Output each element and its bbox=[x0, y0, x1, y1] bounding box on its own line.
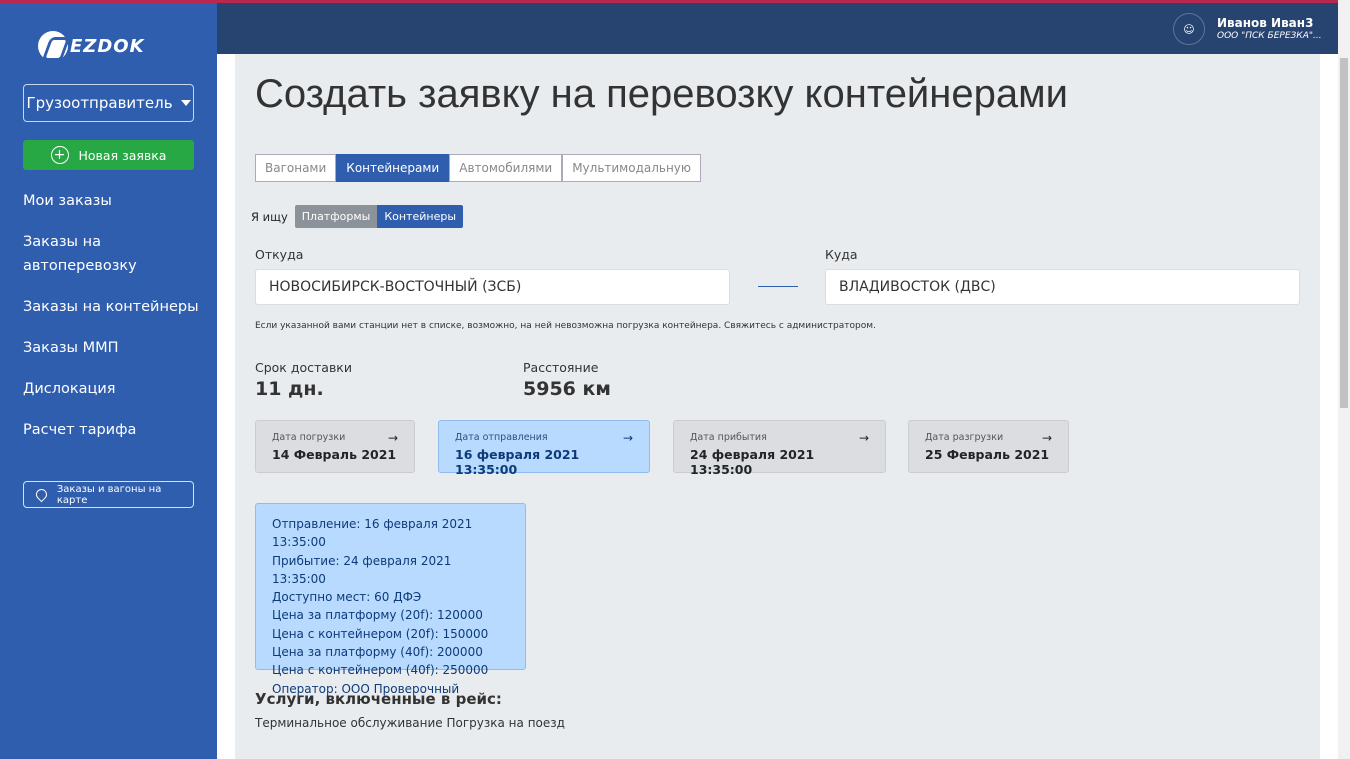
services-title: Услуги, включенные в рейс: bbox=[255, 690, 502, 708]
date-value: 25 Февраль 2021 bbox=[925, 447, 1050, 462]
to-input[interactable]: ВЛАДИВОСТОК (ДВС) bbox=[825, 269, 1300, 305]
sidebar-item-mmp-orders[interactable]: Заказы ММП bbox=[23, 336, 208, 360]
logo-icon bbox=[38, 31, 68, 61]
trip-info[interactable]: Отправление: 16 февраля 2021 13:35:00 Пр… bbox=[255, 503, 526, 696]
user-org: ООО "ПСК БЕРЕЗКА"... bbox=[1217, 31, 1322, 41]
services-text: Терминальное обслуживание Погрузка на по… bbox=[255, 716, 565, 730]
date-title: Дата прибытия bbox=[690, 432, 767, 443]
date-card-loading[interactable]: Дата погрузки 14 Февраль 2021 → bbox=[255, 420, 415, 473]
date-title: Дата отправления bbox=[455, 432, 548, 443]
to-label: Куда bbox=[825, 247, 858, 262]
date-value: 24 февраля 2021 13:35:00 bbox=[690, 447, 815, 477]
info-line: Цена за платформу (20f): 120000 bbox=[272, 608, 483, 623]
date-value: 14 Февраль 2021 bbox=[272, 447, 397, 462]
from-input[interactable]: НОВОСИБИРСК-ВОСТОЧНЫЙ (ЗСБ) bbox=[255, 269, 730, 305]
sidebar-item-my-orders[interactable]: Мои заказы bbox=[23, 189, 208, 213]
sidebar-item-auto-orders[interactable]: Заказы на автоперевозку bbox=[23, 230, 208, 278]
sidebar-item-tariff[interactable]: Расчет тарифа bbox=[23, 418, 208, 442]
tab-containers[interactable]: Контейнерами bbox=[336, 154, 450, 182]
info-line: Цена за платформу (40f): 200000 bbox=[272, 645, 483, 660]
date-card-arrival[interactable]: Дата прибытия 24 февраля 2021 13:35:00 → bbox=[673, 420, 886, 477]
arrow-right-icon: → bbox=[387, 431, 398, 445]
date-title: Дата разгрузки bbox=[925, 432, 1004, 443]
route-divider bbox=[758, 286, 798, 287]
sidebar-item-dislocation[interactable]: Дислокация bbox=[23, 377, 208, 401]
role-dropdown[interactable]: Грузоотправитель bbox=[23, 84, 194, 122]
arrow-right-icon: → bbox=[1041, 431, 1052, 445]
date-title: Дата погрузки bbox=[272, 432, 346, 443]
option-platforms[interactable]: Платформы bbox=[294, 205, 378, 228]
user-name[interactable]: Иванов Иван3 bbox=[1217, 16, 1313, 30]
info-line: Цена с контейнером (40f): 250000 bbox=[272, 663, 489, 678]
header: ☺ Иванов Иван3 ООО "ПСК БЕРЕЗКА"... bbox=[217, 3, 1338, 54]
seek-toggle: Я ищу Платформы Контейнеры bbox=[251, 205, 464, 228]
transport-tabs: Вагонами Контейнерами Автомобилями Мульт… bbox=[255, 154, 702, 182]
delivery-value: 11 дн. bbox=[255, 378, 324, 400]
main-content: Создать заявку на перевозку контейнерами… bbox=[235, 54, 1320, 759]
seek-label: Я ищу bbox=[251, 209, 288, 224]
info-line: Цена с контейнером (20f): 150000 bbox=[272, 626, 489, 641]
sidebar-nav: Мои заказы Заказы на автоперевозку Заказ… bbox=[23, 189, 208, 459]
station-hint: Если указанной вами станции нет в списке… bbox=[255, 321, 876, 331]
from-label: Откуда bbox=[255, 247, 304, 262]
info-line: Доступно мест: 60 ДФЭ bbox=[272, 590, 422, 605]
info-line: Прибытие: 24 февраля 2021 13:35:00 bbox=[272, 553, 452, 586]
role-label: Грузоотправитель bbox=[26, 94, 173, 112]
caret-down-icon bbox=[180, 100, 191, 106]
scrollbar-thumb[interactable] bbox=[1340, 58, 1348, 408]
date-card-departure[interactable]: Дата отправления 16 февраля 2021 13:35:00… bbox=[438, 420, 650, 477]
new-order-button[interactable]: + Новая заявка bbox=[23, 140, 194, 170]
arrow-right-icon: → bbox=[622, 431, 633, 445]
new-order-label: Новая заявка bbox=[78, 147, 167, 163]
date-card-unloading[interactable]: Дата разгрузки 25 Февраль 2021 → bbox=[908, 420, 1069, 473]
distance-value: 5956 км bbox=[523, 378, 611, 400]
date-value: 16 февраля 2021 13:35:00 bbox=[455, 447, 580, 477]
scrollbar[interactable] bbox=[1338, 0, 1350, 759]
map-button[interactable]: Заказы и вагоны на карте bbox=[23, 481, 194, 508]
logo[interactable]: EZDOK bbox=[38, 31, 145, 61]
plus-circle-icon: + bbox=[50, 146, 69, 164]
delivery-label: Срок доставки bbox=[255, 360, 352, 375]
page-title: Создать заявку на перевозку контейнерами bbox=[255, 72, 1068, 116]
user-icon[interactable]: ☺ bbox=[1173, 13, 1205, 45]
map-pin-icon bbox=[33, 486, 50, 503]
sidebar: EZDOK Грузоотправитель + Новая заявка Мои… bbox=[0, 3, 217, 759]
option-containers[interactable]: Контейнеры bbox=[377, 205, 464, 228]
distance-label: Расстояние bbox=[523, 360, 599, 375]
sidebar-item-container-orders[interactable]: Заказы на контейнеры bbox=[23, 295, 208, 319]
tab-wagons[interactable]: Вагонами bbox=[255, 154, 337, 182]
arrow-right-icon: → bbox=[858, 431, 869, 445]
info-line: Отправление: 16 февраля 2021 13:35:00 bbox=[272, 517, 473, 550]
tab-auto[interactable]: Автомобилями bbox=[449, 154, 563, 182]
map-button-label: Заказы и вагоны на карте bbox=[56, 483, 162, 506]
tab-multimodal[interactable]: Мультимодальную bbox=[562, 154, 702, 182]
